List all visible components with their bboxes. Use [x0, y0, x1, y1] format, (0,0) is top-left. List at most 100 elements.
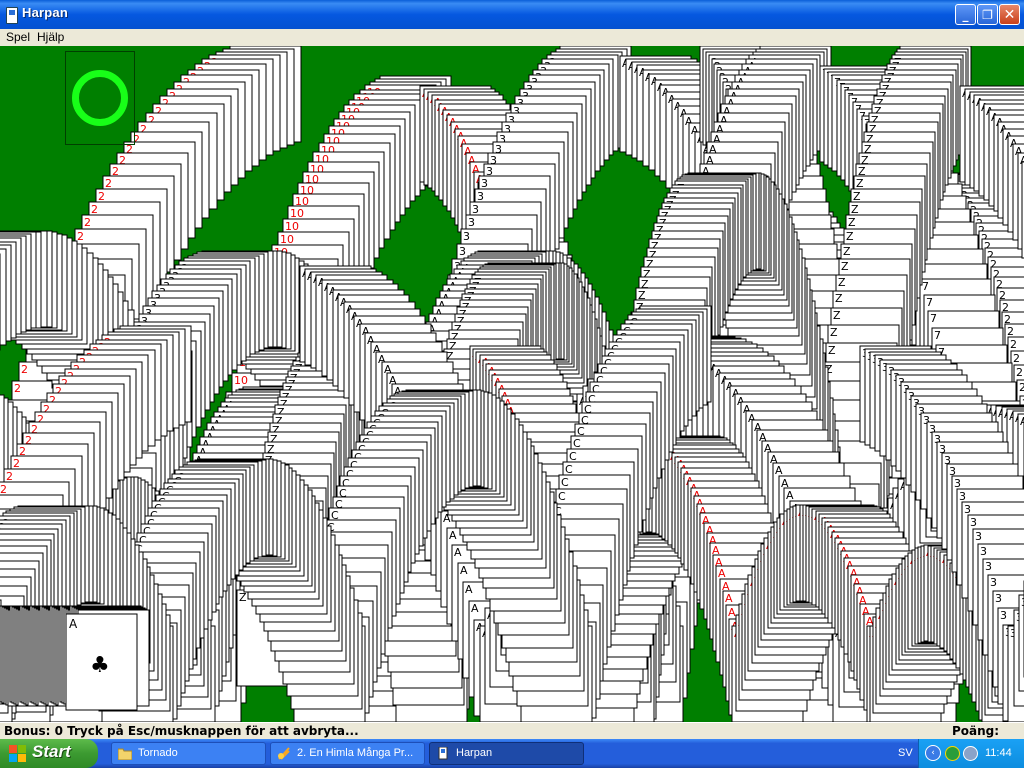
svg-text:Z: Z: [846, 230, 854, 243]
svg-text:3: 3: [463, 230, 470, 243]
svg-text:A: A: [471, 602, 479, 615]
volume-icon[interactable]: [963, 746, 978, 761]
svg-text:3: 3: [995, 592, 1002, 605]
game-area[interactable]: 2222222222222222222222222222222222222222…: [0, 46, 1024, 722]
svg-text:3: 3: [472, 203, 479, 216]
window-title: Harpan: [22, 5, 68, 20]
svg-text:2: 2: [0, 483, 7, 496]
svg-text:Z: Z: [851, 203, 859, 216]
svg-text:10: 10: [234, 374, 248, 387]
minimize-button[interactable]: _: [955, 4, 976, 25]
svg-text:3: 3: [985, 560, 992, 573]
language-indicator[interactable]: SV: [898, 747, 913, 759]
ace-of-clubs-card: A♣: [65, 613, 138, 711]
svg-text:10: 10: [290, 207, 304, 220]
menu-spel[interactable]: Spel: [6, 30, 30, 44]
taskbar-item-label: 2. En Himla Många Pr...: [297, 747, 413, 759]
svg-text:A: A: [1020, 415, 1024, 428]
svg-text:C: C: [561, 476, 569, 489]
svg-text:2: 2: [21, 363, 28, 376]
card-rank: A: [69, 617, 78, 631]
svg-text:Z: Z: [841, 260, 849, 273]
title-bar[interactable]: Harpan _ ❐ ✕: [0, 0, 1024, 29]
svg-text:2: 2: [91, 203, 98, 216]
svg-text:Z: Z: [835, 292, 843, 305]
svg-text:C: C: [569, 450, 577, 463]
svg-text:2: 2: [1013, 352, 1020, 365]
svg-text:Z: Z: [828, 344, 836, 357]
svg-text:10: 10: [280, 233, 294, 246]
svg-text:2: 2: [1010, 338, 1017, 351]
taskbar-item-harpan[interactable]: Harpan: [429, 742, 584, 765]
start-label: Start: [32, 742, 71, 762]
svg-text:3: 3: [990, 576, 997, 589]
svg-text:3: 3: [959, 490, 966, 503]
svg-text:2: 2: [13, 457, 20, 470]
svg-text:A: A: [786, 489, 794, 502]
svg-text:2: 2: [1019, 381, 1024, 394]
svg-text:2: 2: [14, 382, 21, 395]
foundation-slot: [65, 51, 135, 145]
svg-text:3: 3: [477, 190, 484, 203]
taskbar-item-label: Tornado: [138, 747, 178, 759]
svg-text:A: A: [465, 583, 473, 596]
start-button[interactable]: Start: [0, 739, 98, 768]
menu-hjalp[interactable]: Hjälp: [37, 30, 64, 44]
windows-logo-icon: [9, 745, 27, 763]
maximize-button[interactable]: ❐: [977, 4, 998, 25]
svg-text:Z: Z: [830, 326, 838, 339]
svg-text:A: A: [460, 564, 468, 577]
svg-text:A: A: [728, 606, 736, 619]
svg-text:3: 3: [980, 545, 987, 558]
status-message: Bonus: 0 Tryck på Esc/musknappen för att…: [4, 724, 359, 738]
clock[interactable]: 11:44: [985, 747, 1012, 759]
app-icon[interactable]: [6, 7, 18, 24]
taskbar: Start Tornado 2. En Himla Många Pr... Ha…: [0, 739, 1024, 768]
svg-text:2: 2: [98, 190, 105, 203]
svg-text:2: 2: [77, 230, 84, 243]
taskbar-item-tornado[interactable]: Tornado: [111, 742, 266, 765]
svg-text:Z: Z: [833, 309, 841, 322]
svg-text:2: 2: [1007, 325, 1014, 338]
card-suit-icon: ♣: [90, 653, 110, 678]
card-cascade-animation: 2222222222222222222222222222222222222222…: [0, 46, 1024, 722]
svg-text:2: 2: [84, 216, 91, 229]
svg-text:C: C: [573, 437, 581, 450]
svg-text:2: 2: [105, 177, 112, 190]
svg-text:7: 7: [930, 312, 937, 325]
svg-text:3: 3: [1000, 609, 1007, 622]
svg-text:A: A: [725, 592, 733, 605]
svg-text:3: 3: [481, 177, 488, 190]
taskbar-item-media-player[interactable]: 2. En Himla Många Pr...: [270, 742, 425, 765]
svg-text:3: 3: [975, 530, 982, 543]
svg-text:10: 10: [285, 220, 299, 233]
spider-solitaire-icon: [438, 747, 448, 760]
menu-bar: Spel Hjälp: [0, 29, 1024, 46]
svg-text:3: 3: [954, 477, 961, 490]
show-hidden-icons-icon[interactable]: ‹: [925, 745, 941, 761]
svg-text:A: A: [449, 529, 457, 542]
svg-text:A: A: [775, 464, 783, 477]
status-bar: Bonus: 0 Tryck på Esc/musknappen för att…: [0, 722, 1024, 752]
svg-text:2: 2: [6, 470, 13, 483]
close-button[interactable]: ✕: [999, 4, 1020, 25]
network-icon[interactable]: [945, 746, 960, 761]
media-player-icon: [278, 747, 290, 760]
svg-text:Z: Z: [843, 245, 851, 258]
svg-text:Z: Z: [853, 190, 861, 203]
svg-text:2: 2: [1016, 366, 1023, 379]
foundation-ring-icon: [72, 70, 128, 126]
svg-text:3: 3: [468, 216, 475, 229]
svg-text:A: A: [718, 567, 726, 580]
svg-text:7: 7: [922, 280, 929, 293]
svg-text:A: A: [454, 546, 462, 559]
svg-text:7: 7: [934, 329, 941, 342]
system-tray: SV ‹ 11:44: [898, 739, 1024, 768]
svg-text:C: C: [558, 490, 566, 503]
svg-text:3: 3: [970, 516, 977, 529]
svg-text:2: 2: [0, 496, 1, 509]
svg-text:Z: Z: [838, 276, 846, 289]
svg-text:Z: Z: [239, 591, 247, 604]
svg-text:3: 3: [459, 245, 466, 258]
svg-text:3: 3: [964, 503, 971, 516]
